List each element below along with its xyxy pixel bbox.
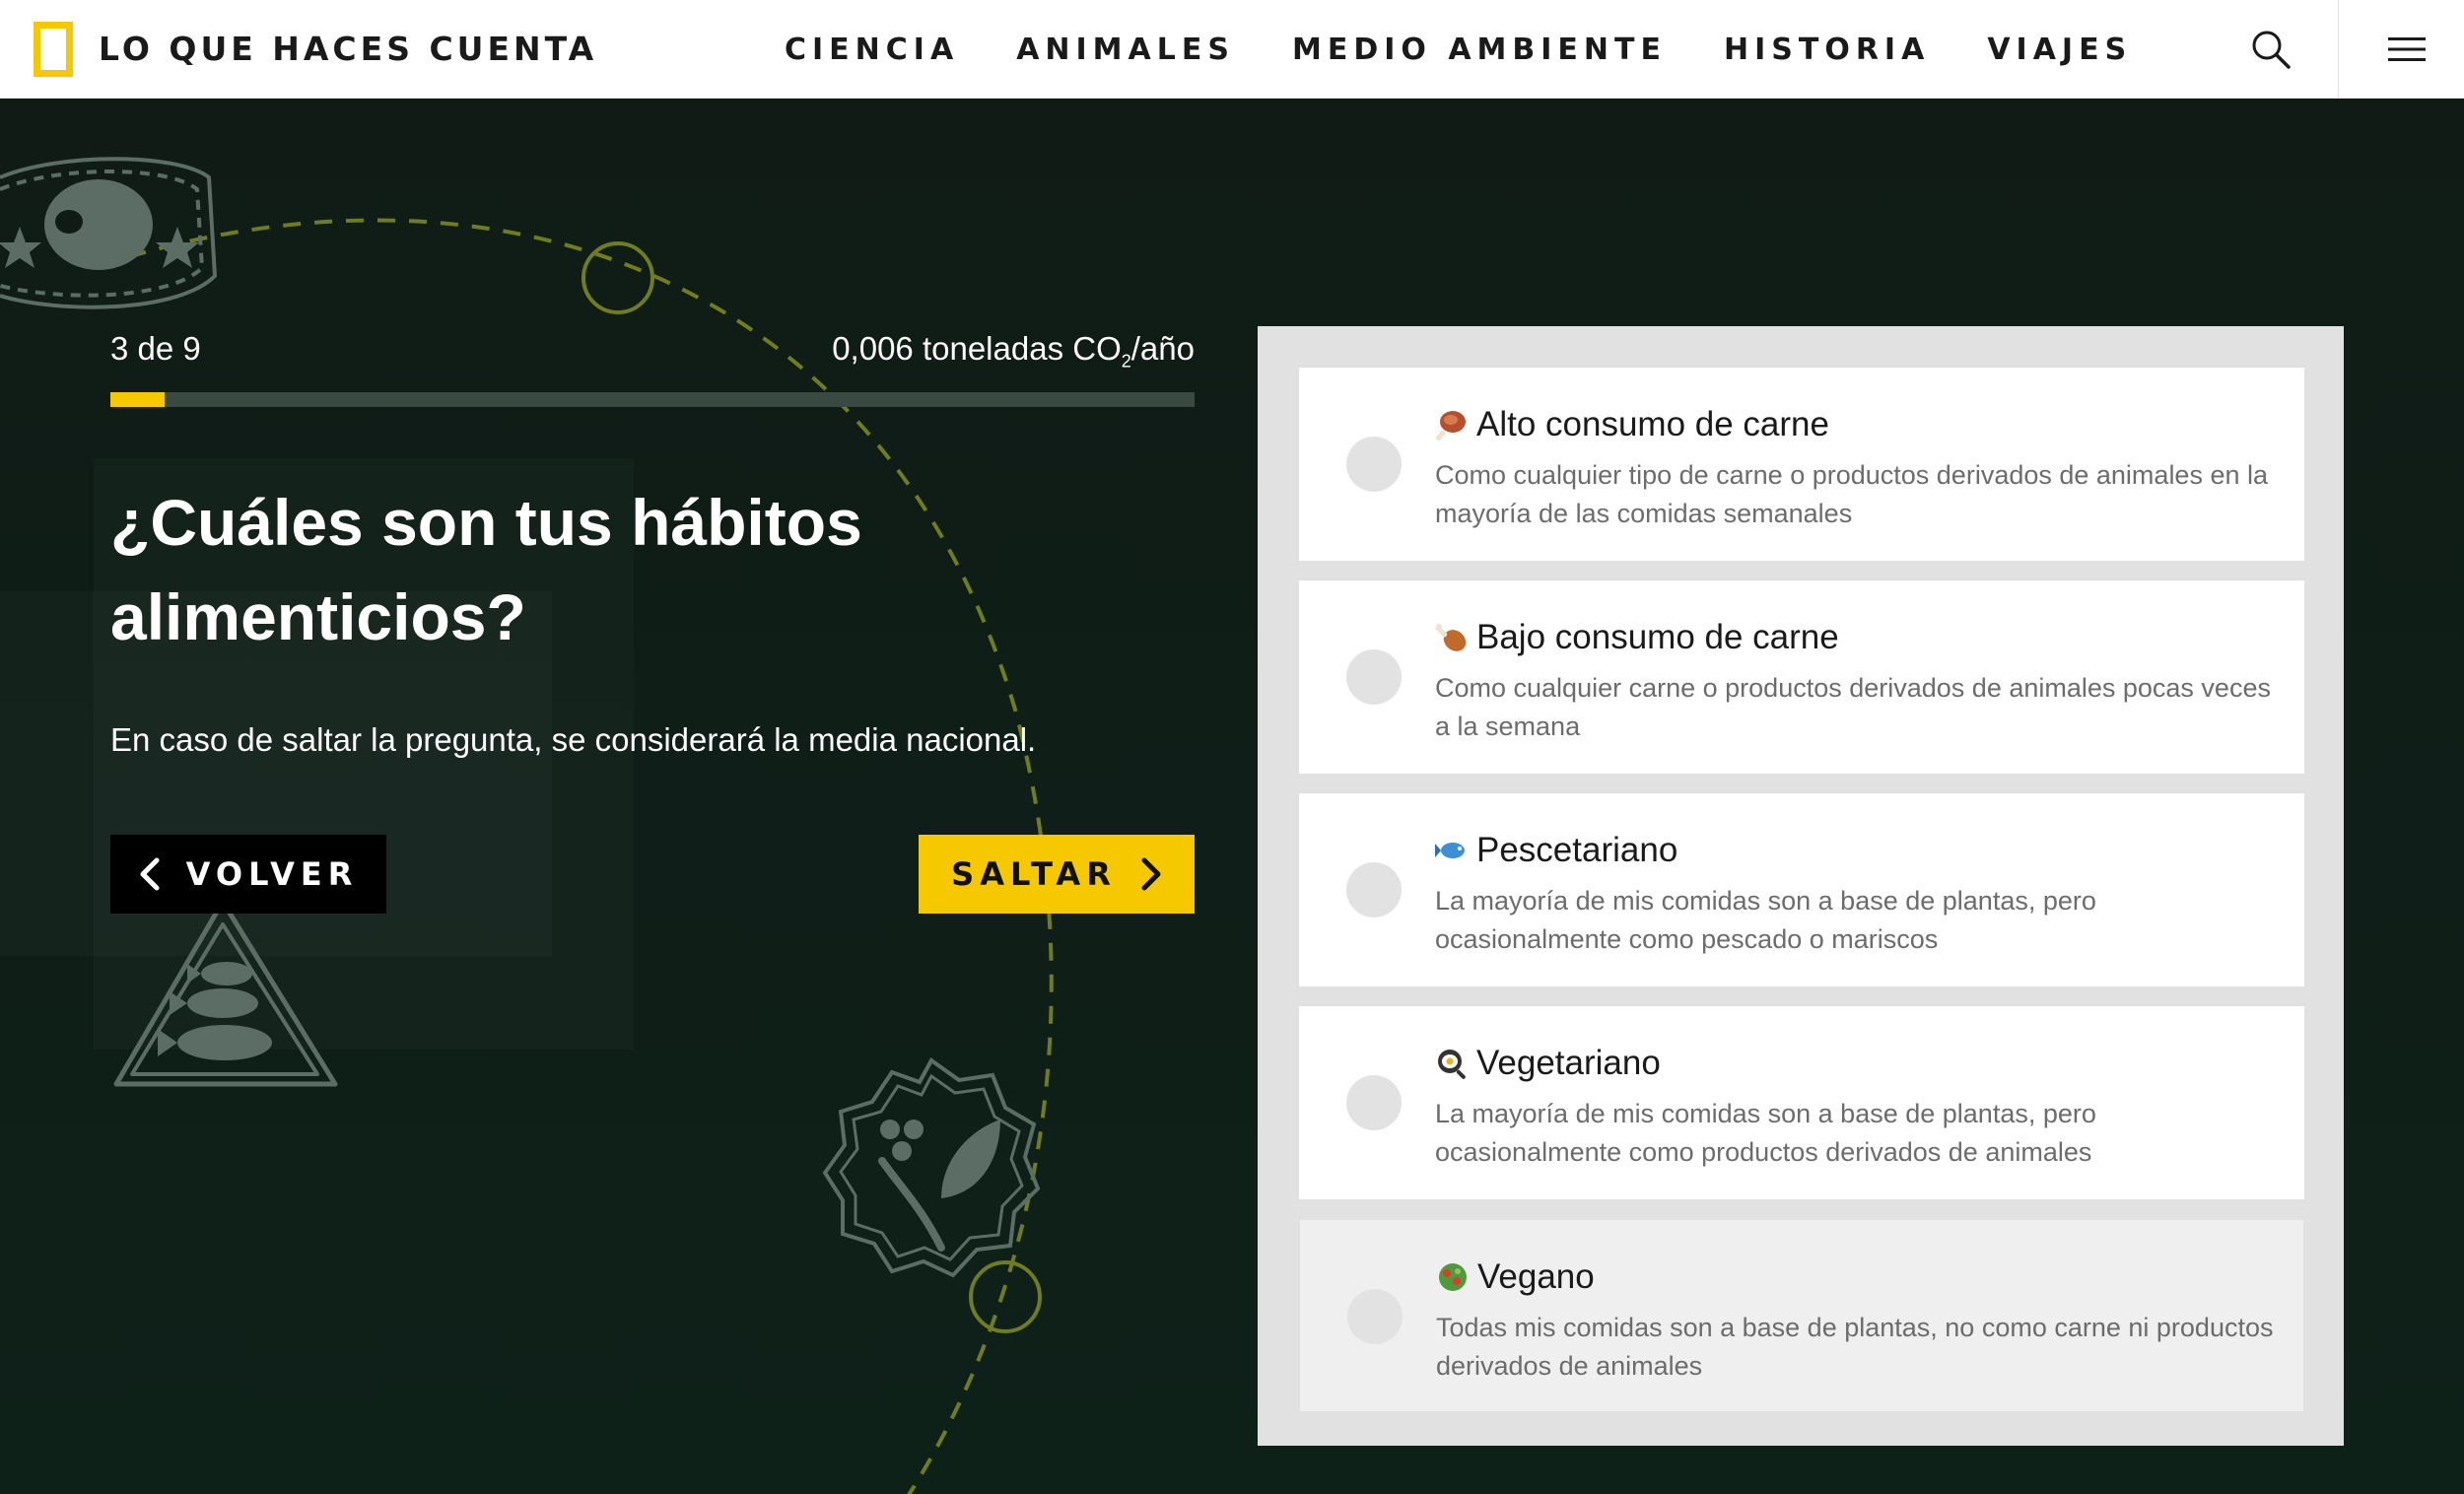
co2-unit: /año: [1130, 330, 1195, 367]
co2-subscript: 2: [1121, 351, 1131, 372]
radio-button[interactable]: [1346, 1075, 1402, 1130]
fried-egg-icon: [1438, 1050, 1466, 1079]
option-label: Vegetariano: [1476, 1044, 1661, 1082]
question-note: En caso de saltar la pregunta, se consid…: [110, 721, 1037, 758]
progress-bar-fill: [110, 392, 165, 407]
option-label: Vegano: [1477, 1257, 1595, 1296]
option-bajo-consumo-de-carne[interactable]: Bajo consumo de carne Como cualquier car…: [1299, 580, 2304, 774]
option-label: Alto consumo de carne: [1476, 405, 1829, 443]
option-description: La mayoría de mis comidas son a base de …: [1435, 1099, 2096, 1167]
back-button-label: VOLVER: [185, 855, 359, 893]
search-button[interactable]: [2239, 18, 2302, 81]
option-label: Bajo consumo de carne: [1476, 618, 1839, 656]
option-title: Alto consumo de carne: [1435, 405, 1829, 444]
options-panel: Alto consumo de carne Como cualquier tip…: [1258, 326, 2344, 1446]
progress-bar: [110, 392, 1195, 407]
site-header: LO QUE HACES CUENTA CIENCIA ANIMALES MED…: [0, 0, 2464, 99]
nav-item-ciencia[interactable]: CIENCIA: [785, 33, 959, 67]
question-title: ¿Cuáles son tus hábitos alimenticios?: [110, 486, 862, 653]
header-divider: [2338, 0, 2339, 99]
option-alto-consumo-de-carne[interactable]: Alto consumo de carne Como cualquier tip…: [1299, 368, 2304, 561]
nav-item-animales[interactable]: ANIMALES: [1016, 33, 1235, 67]
plant-seal-icon: [822, 1057, 1041, 1278]
nav-item-historia[interactable]: HISTORIA: [1724, 33, 1930, 67]
nav-item-medio-ambiente[interactable]: MEDIO AMBIENTE: [1292, 33, 1667, 67]
co2-value: 0,006 toneladas CO: [832, 330, 1122, 367]
back-button[interactable]: VOLVER: [110, 835, 386, 914]
option-description: Como cualquier carne o productos derivad…: [1435, 673, 2271, 741]
option-vegetariano[interactable]: Vegetariano La mayoría de mis comidas so…: [1299, 1006, 2304, 1199]
yellow-frame-logo[interactable]: [34, 22, 73, 77]
meat-badge-icon: [0, 157, 218, 309]
main-nav: CIENCIA ANIMALES MEDIO AMBIENTE HISTORIA…: [785, 30, 2132, 69]
option-pescetariano[interactable]: Pescetariano La mayoría de mis comidas s…: [1299, 793, 2304, 986]
chevron-right-icon: [1141, 857, 1161, 891]
radio-button[interactable]: [1346, 437, 1402, 492]
salad-icon: [1439, 1263, 1467, 1291]
hamburger-menu-icon: [2388, 37, 2426, 61]
menu-button[interactable]: [2375, 18, 2438, 81]
poultry-leg-icon: [1435, 624, 1467, 651]
search-icon: [2252, 31, 2291, 69]
option-title: Pescetariano: [1435, 831, 1677, 870]
brand-title[interactable]: LO QUE HACES CUENTA: [99, 30, 597, 69]
chevron-left-icon: [140, 857, 160, 891]
option-label: Pescetariano: [1476, 831, 1678, 869]
option-title: Vegetariano: [1435, 1044, 1661, 1083]
nav-item-viajes[interactable]: VIAJES: [1987, 33, 2132, 67]
option-description: Todas mis comidas son a base de plantas,…: [1436, 1313, 2274, 1381]
skip-button-label: SALTAR: [951, 855, 1117, 893]
calculator-section: 3 de 9 0,006 toneladas CO2/año ¿Cuáles s…: [0, 99, 2464, 1494]
meat-on-bone-icon: [1436, 411, 1466, 441]
radio-button[interactable]: [1346, 649, 1402, 705]
co2-readout: 0,006 toneladas CO2/año: [832, 330, 1195, 373]
radio-button[interactable]: [1346, 862, 1402, 917]
option-title: Bajo consumo de carne: [1435, 618, 1839, 657]
option-title: Vegano: [1436, 1257, 1595, 1297]
radio-button[interactable]: [1347, 1289, 1403, 1344]
option-description: La mayoría de mis comidas son a base de …: [1435, 886, 2096, 954]
option-description: Como cualquier tipo de carne o productos…: [1435, 460, 2269, 528]
option-vegano[interactable]: Vegano Todas mis comidas son a base de p…: [1299, 1219, 2304, 1412]
fish-warning-icon: [113, 899, 338, 1087]
skip-button[interactable]: SALTAR: [919, 835, 1195, 914]
fish-icon: [1435, 843, 1465, 858]
progress-step: 3 de 9: [110, 330, 201, 367]
